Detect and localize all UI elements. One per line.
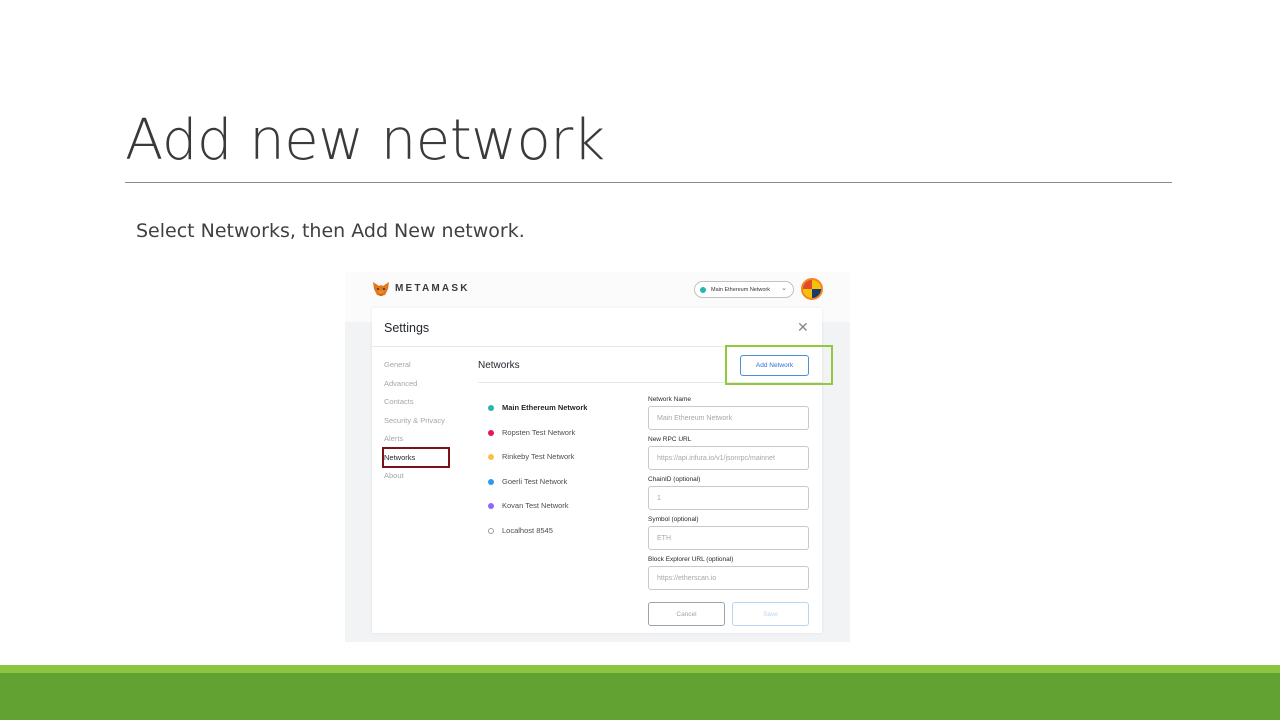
sidebar-item-security-privacy[interactable]: Security & Privacy [384,416,445,425]
network-dot-icon [488,527,494,534]
footer-bar [0,673,1280,720]
network-name-label: Network Name [648,396,691,403]
chevron-down-icon: ⌄ [781,285,787,292]
network-item-label: Kovan Test Network [502,501,569,510]
network-item-label: Rinkeby Test Network [502,452,575,461]
symbol-input[interactable]: ETH [648,526,809,550]
metamask-screenshot: METAMASK Main Ethereum Network ⌄ Setting… [345,272,850,642]
network-item-label: Ropsten Test Network [502,428,576,437]
slide-title: Add new network [125,108,605,173]
network-item-rinkeby[interactable]: Rinkeby Test Network [488,452,574,461]
chain-id-label: ChainID (optional) [648,476,701,483]
slide-subtitle: Select Networks, then Add New network. [136,220,525,242]
network-dot-icon [488,404,494,411]
network-dot-icon [488,453,494,460]
network-dot-icon [488,502,494,509]
cancel-button[interactable]: Cancel [648,602,725,626]
close-icon[interactable]: ✕ [797,319,809,336]
network-dot-icon [488,429,494,436]
sidebar-item-advanced[interactable]: Advanced [384,379,417,388]
network-item-label: Localhost 8545 [502,526,553,535]
fox-icon [373,282,389,296]
network-selector[interactable]: Main Ethereum Network ⌄ [694,281,794,298]
sidebar-item-general[interactable]: General [384,360,411,369]
network-dot-icon [488,478,494,485]
network-name-input[interactable]: Main Ethereum Network [648,406,809,430]
network-item-kovan[interactable]: Kovan Test Network [488,501,569,510]
sidebar-item-alerts[interactable]: Alerts [384,434,403,443]
metamask-brand: METAMASK [395,283,470,294]
network-item-label: Main Ethereum Network [502,403,588,412]
networks-highlight-box [382,447,450,468]
network-item-label: Goerli Test Network [502,477,568,486]
rpc-url-label: New RPC URL [648,436,692,443]
network-item-ropsten[interactable]: Ropsten Test Network [488,428,575,437]
network-item-main[interactable]: Main Ethereum Network [488,403,587,412]
explorer-url-input[interactable]: https://etherscan.io [648,566,809,590]
sidebar-item-about[interactable]: About [384,471,404,480]
networks-section-title: Networks [478,360,520,371]
chain-id-input[interactable]: 1 [648,486,809,510]
network-status-dot [700,286,706,293]
rpc-url-input[interactable]: https://api.infura.io/v1/jsonrpc/mainnet [648,446,809,470]
settings-panel: Settings ✕ General Advanced Contacts Sec… [372,308,833,633]
add-network-highlight-box [725,345,833,385]
save-button[interactable]: Save [732,602,809,626]
symbol-label: Symbol (optional) [648,516,699,523]
title-divider [125,182,1172,183]
settings-title: Settings [384,321,430,335]
network-selector-label: Main Ethereum Network [711,286,770,293]
network-item-localhost[interactable]: Localhost 8545 [488,526,553,535]
account-avatar-icon[interactable] [801,278,823,300]
sidebar-item-networks[interactable]: Networks [382,447,450,468]
sidebar-item-contacts[interactable]: Contacts [384,397,414,406]
network-item-goerli[interactable]: Goerli Test Network [488,477,567,486]
footer-accent-bar [0,665,1280,673]
explorer-url-label: Block Explorer URL (optional) [648,556,734,563]
